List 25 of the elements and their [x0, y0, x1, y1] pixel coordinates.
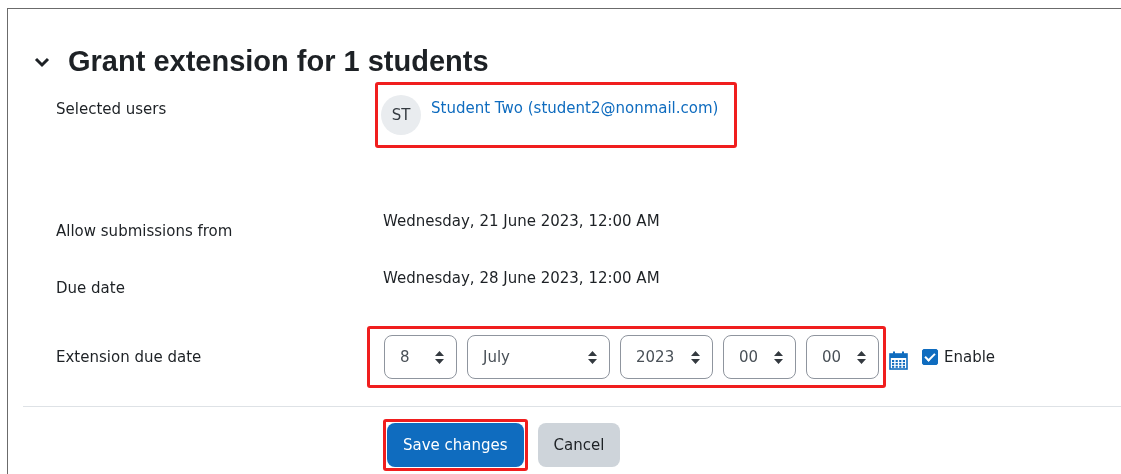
cancel-button[interactable]: Cancel: [537, 423, 621, 467]
field-label: Selected users: [56, 99, 168, 118]
chevron-icon[interactable]: [34, 55, 50, 68]
enable-checkbox[interactable]: [922, 349, 938, 365]
sort-caret-icon: [857, 350, 866, 364]
field-value: Wednesday, 28 June 2023, 12:00 AM: [383, 269, 661, 287]
user-avatar: ST: [381, 95, 421, 135]
field-label: Due date: [56, 278, 126, 297]
year-select[interactable]: 2023: [620, 335, 713, 379]
user-link[interactable]: Student Two (student2@nonmail.com): [431, 99, 719, 117]
save-button[interactable]: Save changes: [387, 423, 524, 467]
calendar-icon[interactable]: [889, 350, 908, 370]
minute-select[interactable]: 00: [806, 335, 879, 379]
field-value: Wednesday, 21 June 2023, 12:00 AM: [383, 212, 661, 230]
sort-caret-icon: [435, 350, 444, 364]
field-label: Extension due date: [56, 348, 203, 366]
day-select[interactable]: 8: [384, 335, 457, 379]
sort-caret-icon: [588, 350, 597, 364]
month-select[interactable]: July: [467, 335, 610, 379]
field-label: Allow submissions from: [56, 221, 234, 240]
sort-caret-icon: [691, 350, 700, 364]
checkbox-label: Enable: [944, 348, 996, 366]
sort-caret-icon: [774, 350, 783, 364]
section-title: Grant extension for 1 students: [68, 45, 489, 78]
hour-select[interactable]: 00: [723, 335, 796, 379]
